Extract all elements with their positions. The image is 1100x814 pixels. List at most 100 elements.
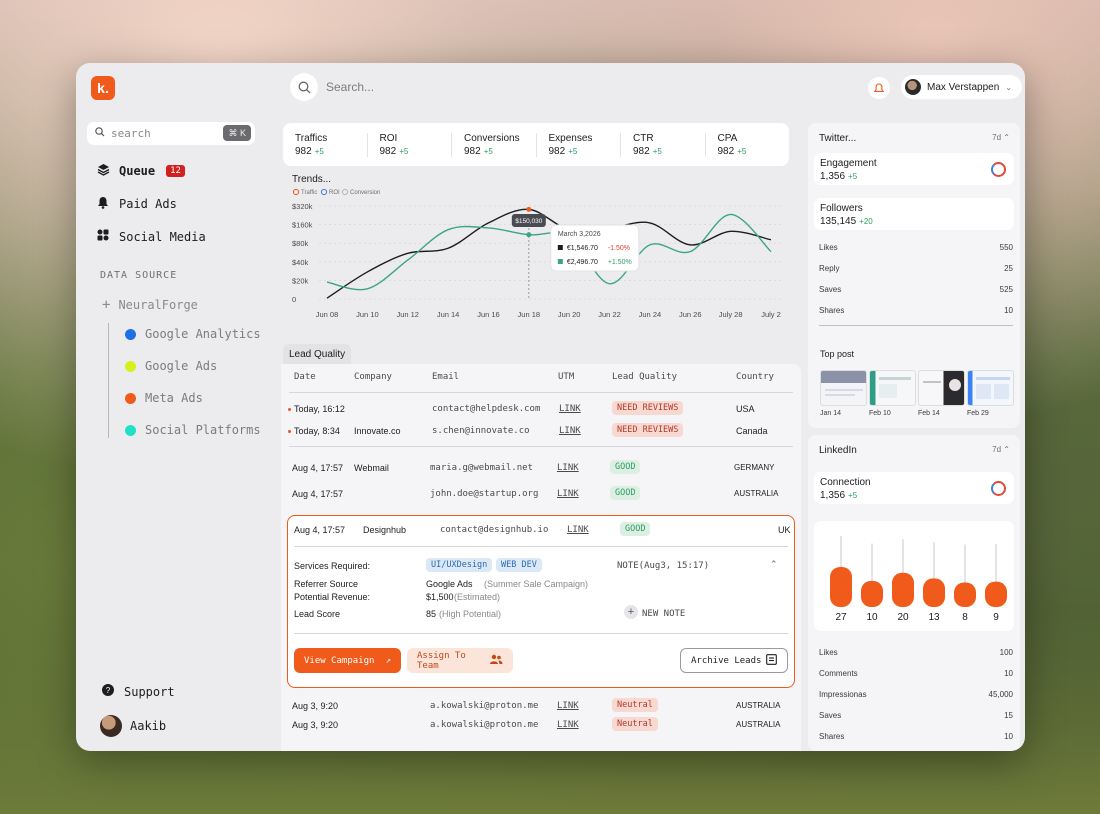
post-thumbnail[interactable] (918, 370, 965, 406)
kpi-cpa[interactable]: CPA 982 +5 (706, 133, 790, 157)
user-profile[interactable]: Aakib (100, 715, 166, 737)
column-header[interactable]: Company (354, 372, 392, 382)
cell-email: a.kowalski@proton.me (430, 720, 539, 730)
bar (954, 582, 976, 607)
new-note-button[interactable]: NEW NOTE (642, 609, 685, 619)
search-icon (290, 73, 318, 101)
assign-team-button[interactable]: Assign To Team (407, 648, 513, 673)
stat-label: Reply (819, 264, 840, 273)
post-date: Jan 14 (820, 410, 842, 417)
archive-leads-button[interactable]: Archive Leads (680, 648, 788, 673)
revenue-label: Potential Revenue: (294, 592, 371, 602)
status-dot (125, 424, 136, 436)
data-source-root[interactable]: + NeuralForge (102, 297, 198, 313)
chevron-down-icon: ⌄ (1005, 82, 1012, 92)
legend-roi: ROI (329, 190, 340, 196)
cell-date: Aug 4, 17:57 (292, 463, 344, 473)
followers-value-wrap: 135,145 +20 (820, 216, 873, 227)
cell-country: AUSTRALIA (736, 720, 781, 729)
stat-row: Likes 550 (819, 243, 1013, 252)
kpi-ctr[interactable]: CTR 982 +5 (621, 132, 706, 157)
support-link[interactable]: ? Support (102, 684, 175, 699)
data-source-google-ads[interactable]: Google Ads (125, 359, 217, 373)
x-tick-label: Jun 16 (477, 310, 500, 319)
plus-icon[interactable]: + (624, 605, 638, 619)
tab-lead-quality[interactable]: Lead Quality (283, 344, 352, 364)
range-select[interactable]: 7d ⌃ (992, 445, 1010, 454)
kpi-conversions[interactable]: Conversions 982 +5 (452, 132, 537, 157)
data-source-google-analytics[interactable]: Google Analytics (125, 327, 261, 341)
tooltip-delta: -1.50% (608, 245, 630, 252)
data-source-social-platforms[interactable]: Social Platforms (125, 423, 261, 437)
status-badge: NEED REVIEWS (612, 423, 684, 437)
post-thumbnail[interactable] (869, 370, 916, 406)
stat-row: Impressionas 45,000 (819, 690, 1013, 699)
kpi-traffics[interactable]: Traffics 982 +5 (283, 132, 368, 157)
column-header[interactable]: Lead Quality (612, 372, 677, 382)
y-tick-label: $40k (292, 258, 309, 267)
utm-link[interactable]: LINK (559, 426, 581, 436)
data-source-meta-ads[interactable]: Meta Ads (125, 391, 203, 405)
column-header[interactable]: Email (432, 372, 459, 382)
kpi-delta: +5 (568, 146, 578, 156)
post-thumbnail[interactable] (967, 370, 1014, 406)
column-header[interactable]: UTM (558, 372, 574, 382)
range-label: 7d (992, 133, 1002, 142)
utm-link[interactable]: LINK (567, 525, 589, 535)
bar-value-label: 13 (928, 612, 940, 623)
x-tick-label: Jun 22 (598, 310, 621, 319)
post-thumbnail[interactable] (820, 370, 867, 406)
nav-item-queue[interactable]: Queue 12 (96, 163, 185, 179)
avatar (100, 715, 122, 737)
utm-link[interactable]: LINK (557, 489, 579, 499)
bar-value-label: 20 (897, 612, 909, 623)
app-logo[interactable]: k. (91, 76, 115, 100)
utm-link[interactable]: LINK (559, 404, 581, 414)
profile-menu[interactable]: Max Verstappen ⌄ (901, 75, 1022, 99)
y-tick-label: 0 (292, 295, 296, 304)
status-dot (125, 360, 136, 372)
tooltip-delta: +1.50% (608, 259, 632, 266)
kpi-roi[interactable]: ROI 982 +5 (368, 132, 452, 157)
followers-card[interactable]: Followers 135,145 +20 (814, 198, 1014, 230)
post-date: Feb 14 (918, 410, 940, 417)
cell-country: AUSTRALIA (734, 489, 779, 498)
arrow-up-right-icon: ↗ (385, 655, 391, 666)
cell-email: s.chen@innovate.co (432, 426, 530, 436)
post-date: Feb 10 (869, 410, 891, 417)
sidebar-search-input[interactable]: search ⌘ K (87, 122, 255, 145)
nav-item-paid-ads[interactable]: Paid Ads (96, 196, 177, 212)
kpi-value: 982 (379, 145, 397, 157)
cell-country: AUSTRALIA (736, 701, 781, 710)
x-tick-label: Jun 26 (679, 310, 702, 319)
connection-card[interactable]: Connection 1,356 +5 (814, 472, 1014, 504)
notification-bell-icon[interactable] (868, 77, 890, 99)
bar-chart-svg: 27 10 20 13 8 9 (830, 536, 1007, 623)
revenue-extra: (Estimated) (454, 592, 501, 602)
unread-dot (288, 408, 291, 411)
x-tick-label: July 28 (719, 310, 743, 319)
note-label[interactable]: NOTE(Aug3, 15:17) (617, 561, 709, 571)
kpi-expenses[interactable]: Expenses 982 +5 (537, 132, 621, 157)
divider (819, 325, 1013, 326)
engagement-card[interactable]: Engagement 1,356 +5 (814, 153, 1014, 185)
chevron-up-icon[interactable]: ⌃ (770, 559, 778, 570)
cell-date: Aug 4, 17:57 (292, 489, 344, 499)
x-tick-label: July 2 (761, 310, 781, 319)
view-campaign-button[interactable]: View Campaign ↗ (294, 648, 401, 673)
x-tick-label: Jun 10 (356, 310, 379, 319)
view-campaign-label: View Campaign (304, 655, 375, 666)
top-search-input[interactable]: Search... (290, 73, 374, 101)
expanded-lead-card[interactable]: Aug 4, 17:57 Designhub contact@designhub… (287, 515, 795, 688)
engagement-value: 1,356 (820, 171, 846, 182)
utm-link[interactable]: LINK (557, 720, 579, 730)
connection-delta: +5 (848, 491, 858, 500)
column-header[interactable]: Date (294, 372, 316, 382)
app-window: k. search ⌘ K Queue 12 Paid Ads Social M… (76, 63, 1025, 751)
kpi-label: Conversions (464, 132, 520, 144)
column-header[interactable]: Country (736, 372, 774, 382)
utm-link[interactable]: LINK (557, 463, 579, 473)
utm-link[interactable]: LINK (557, 701, 579, 711)
range-select[interactable]: 7d ⌃ (992, 133, 1010, 142)
nav-item-social-media[interactable]: Social Media (96, 229, 206, 244)
